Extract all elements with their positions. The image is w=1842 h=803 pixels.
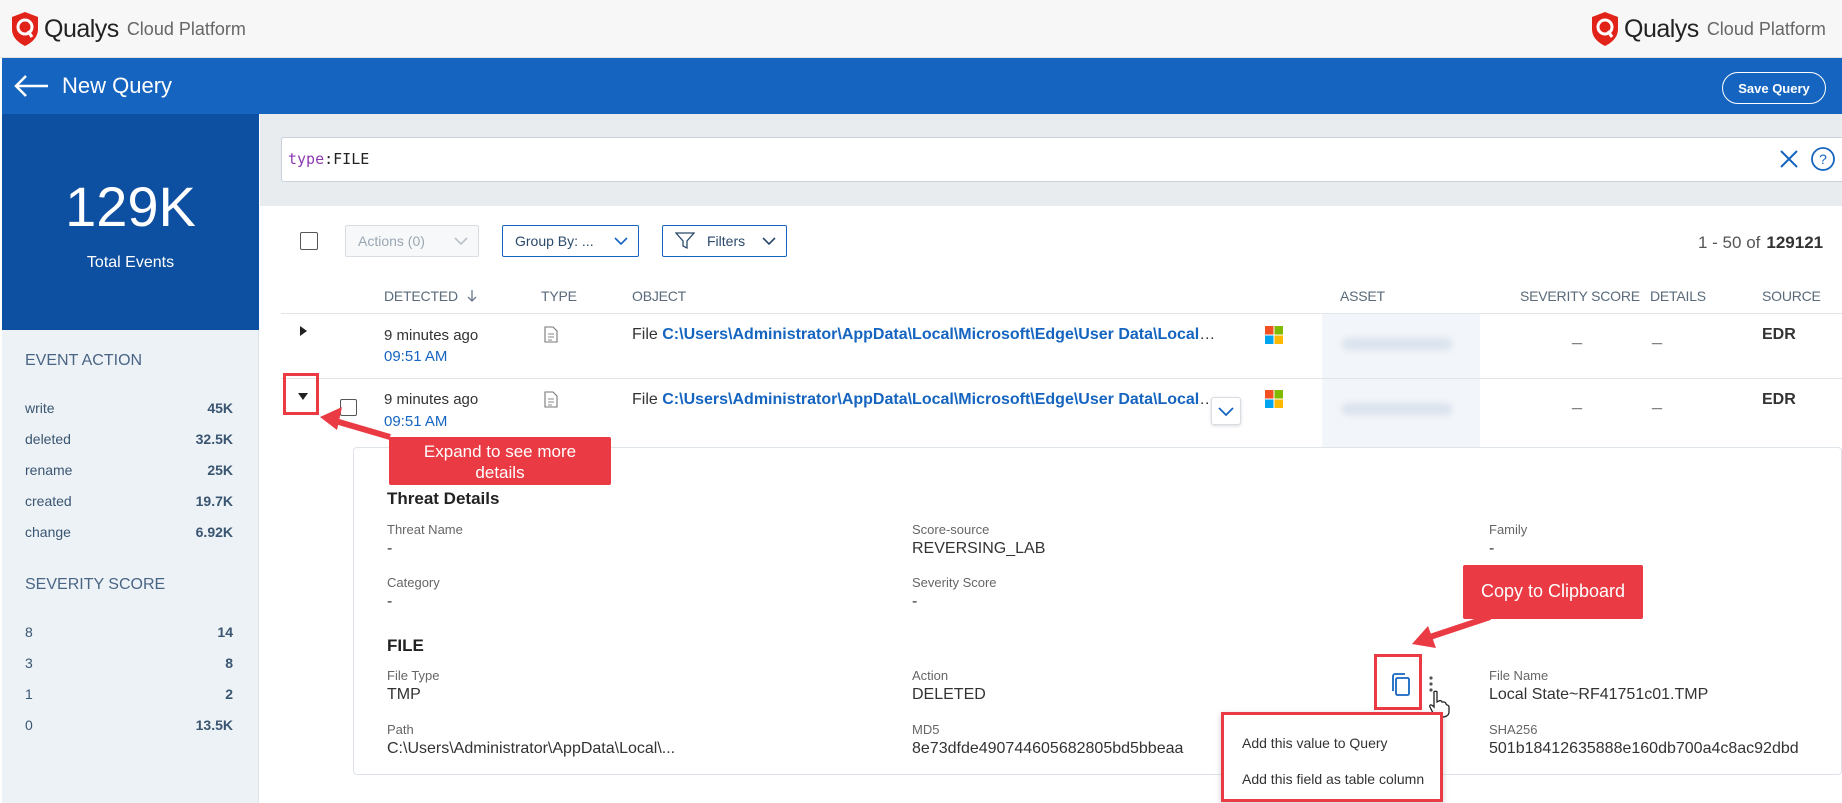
expand-callout-line2: details bbox=[475, 463, 525, 482]
annotation-arrows bbox=[320, 407, 1491, 648]
expand-callout: Expand to see more details bbox=[389, 437, 611, 485]
expand-callout-line1: Expand to see more bbox=[423, 442, 577, 461]
copy-callout: Copy to Clipboard bbox=[1463, 565, 1643, 619]
